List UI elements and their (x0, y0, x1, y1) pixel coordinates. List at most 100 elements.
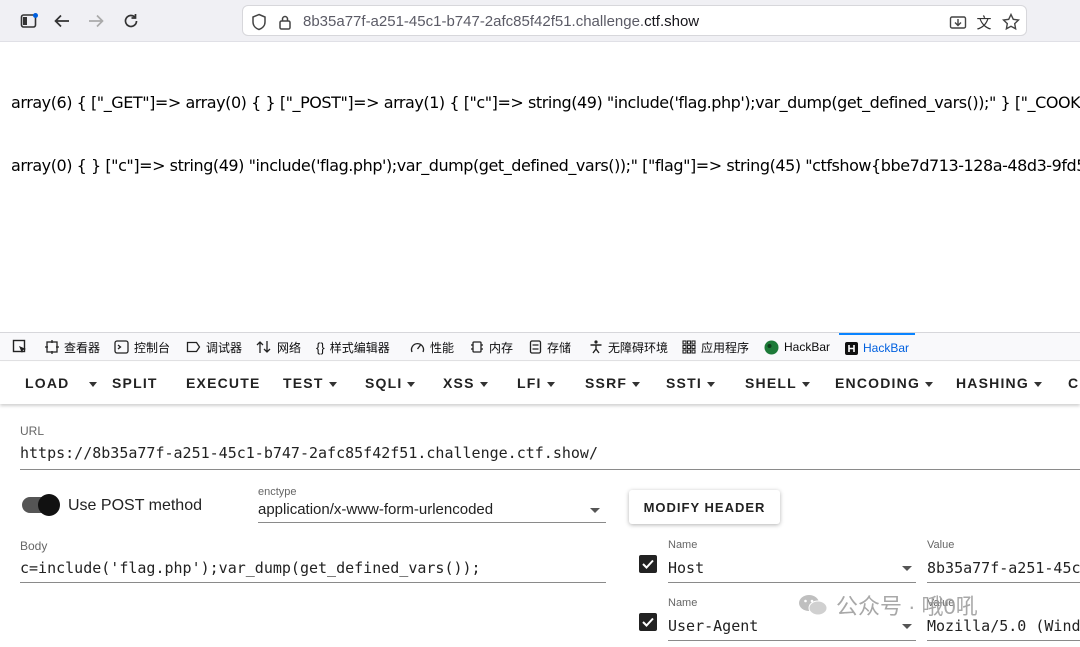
enctype-underline (258, 522, 606, 523)
header-host-name-select[interactable]: Host (668, 559, 704, 577)
tab-style-editor[interactable]: {} 样式编辑器 (316, 333, 390, 361)
tab-style-editor-label: 样式编辑器 (329, 340, 390, 355)
enctype-select[interactable]: application/x-www-form-urlencoded (258, 501, 493, 518)
test-menu-label: TEST (283, 375, 324, 391)
header-host-value-label: Value (927, 539, 955, 551)
address-bar-url: 8b35a77f-a251-45c1-b747-2afc85f42f51.cha… (303, 13, 699, 30)
tab-inspector[interactable]: 查看器 (45, 333, 100, 361)
chevron-down-icon (479, 381, 488, 387)
test-menu[interactable]: TEST (283, 375, 337, 391)
storage-icon (529, 340, 542, 354)
chevron-down-icon (801, 381, 810, 387)
tab-accessibility-label: 无障碍环境 (608, 340, 669, 355)
body-input[interactable]: c=include('flag.php');var_dump(get_defin… (20, 559, 481, 577)
tab-performance-label: 性能 (430, 340, 455, 355)
xss-menu[interactable]: XSS (443, 375, 488, 391)
chevron-down-icon (1033, 381, 1042, 387)
page-content: array(6) { ["_GET"]=> array(0) { } ["_PO… (0, 42, 1080, 332)
tab-hackbar[interactable]: HackBar (839, 333, 916, 361)
hackbar-legacy-icon (764, 340, 779, 354)
ssrf-menu[interactable]: SSRF (585, 375, 641, 391)
url-domain: ctf.show (644, 13, 700, 30)
url-input[interactable]: https://8b35a77f-a251-45c1-b747-2afc85f4… (20, 444, 598, 462)
header-host-checkbox[interactable] (639, 555, 657, 573)
network-icon (256, 341, 271, 353)
chevron-down-icon (328, 381, 337, 387)
header-host-value-input[interactable]: 8b35a77f-a251-45c (927, 559, 1080, 577)
url-label: URL (20, 424, 45, 438)
tab-network-label: 网络 (277, 340, 302, 355)
chevron-down-icon (89, 381, 97, 387)
ssrf-menu-label: SSRF (585, 375, 628, 391)
post-method-label: Use POST method (68, 497, 202, 514)
chevron-down-icon (902, 566, 912, 571)
output-line-1: array(6) { ["_GET"]=> array(0) { } ["_PO… (11, 93, 1080, 112)
tab-debugger-label: 调试器 (206, 340, 243, 355)
tracking-protection-icon[interactable] (249, 12, 269, 32)
hashing-menu[interactable]: HASHING (956, 375, 1042, 391)
url-input-underline (20, 469, 1080, 470)
debugger-icon (186, 341, 201, 353)
check-icon (642, 617, 654, 627)
sidebar-icon[interactable] (17, 9, 41, 33)
translate-icon[interactable]: 文 (974, 12, 994, 32)
tab-application[interactable]: 应用程序 (682, 333, 749, 361)
reload-icon[interactable] (119, 9, 143, 33)
enctype-label: enctype (258, 486, 297, 498)
modify-header-button[interactable]: MODIFY HEADER (629, 490, 780, 524)
chevron-down-icon (706, 381, 715, 387)
header-user-agent-checkbox[interactable] (639, 613, 657, 631)
chevron-down-icon (632, 381, 641, 387)
tab-memory-label: 内存 (489, 340, 514, 355)
body-label: Body (20, 539, 48, 553)
ssti-menu[interactable]: SSTI (666, 375, 715, 391)
tab-storage[interactable]: 存储 (529, 333, 571, 361)
address-bar[interactable]: 8b35a77f-a251-45c1-b747-2afc85f42f51.cha… (242, 5, 1027, 36)
tab-accessibility[interactable]: 无障碍环境 (589, 333, 668, 361)
tab-hackbar-legacy[interactable]: HackBar (764, 333, 830, 361)
forward-icon[interactable] (84, 9, 108, 33)
split-button[interactable]: SPLIT (112, 375, 158, 391)
encoding-menu-label: ENCODING (835, 375, 921, 391)
load-button[interactable]: LOAD (25, 375, 69, 391)
download-page-icon[interactable] (948, 12, 968, 32)
ssti-menu-label: SSTI (666, 375, 702, 391)
element-picker-icon[interactable] (12, 333, 33, 361)
header-host-name-label: Name (668, 539, 698, 551)
shell-menu[interactable]: SHELL (745, 375, 810, 391)
back-icon[interactable] (50, 9, 74, 33)
bookmark-star-icon[interactable] (1001, 12, 1021, 32)
tab-storage-label: 存储 (547, 340, 572, 355)
chevron-down-icon (590, 508, 600, 513)
header-user-agent-value-underline (927, 640, 1080, 641)
application-icon (682, 340, 696, 354)
header-user-agent-name-select[interactable]: User-Agent (668, 617, 758, 635)
url-host-prefix: 8b35a77f-a251-45c1-b747-2afc85f42f51.cha… (303, 13, 645, 30)
lfi-menu[interactable]: LFI (517, 375, 555, 391)
shell-menu-label: SHELL (745, 375, 797, 391)
sqli-menu[interactable]: SQLI (365, 375, 416, 391)
more-menu[interactable]: CU (1068, 375, 1080, 391)
tab-network[interactable]: 网络 (256, 333, 301, 361)
tab-console[interactable]: 控制台 (114, 333, 170, 361)
tab-debugger[interactable]: 调试器 (186, 333, 242, 361)
chevron-down-icon (925, 381, 934, 387)
tab-inspector-label: 查看器 (64, 340, 101, 355)
accessibility-icon (590, 340, 602, 354)
encoding-menu[interactable]: ENCODING (835, 375, 934, 391)
hackbar-menu: LOAD SPLIT EXECUTE TEST SQLI XSS LFI SSR… (0, 362, 1080, 404)
console-icon (114, 340, 129, 354)
tab-performance[interactable]: 性能 (410, 333, 454, 361)
memory-icon (471, 341, 483, 353)
load-dropdown[interactable] (84, 375, 97, 391)
output-line-2: array(0) { } ["c"]=> string(49) "include… (11, 156, 1080, 175)
lock-icon[interactable] (275, 12, 295, 32)
wechat-watermark: 公众号 · 哦0吼 (798, 585, 978, 625)
tab-hackbar-legacy-label: HackBar (784, 340, 831, 354)
tab-application-label: 应用程序 (701, 340, 750, 355)
execute-button[interactable]: EXECUTE (186, 375, 261, 391)
style-editor-icon: {} (316, 339, 325, 355)
post-method-toggle[interactable] (22, 494, 60, 516)
browser-toolbar: 8b35a77f-a251-45c1-b747-2afc85f42f51.cha… (0, 0, 1080, 42)
tab-memory[interactable]: 内存 (470, 333, 513, 361)
